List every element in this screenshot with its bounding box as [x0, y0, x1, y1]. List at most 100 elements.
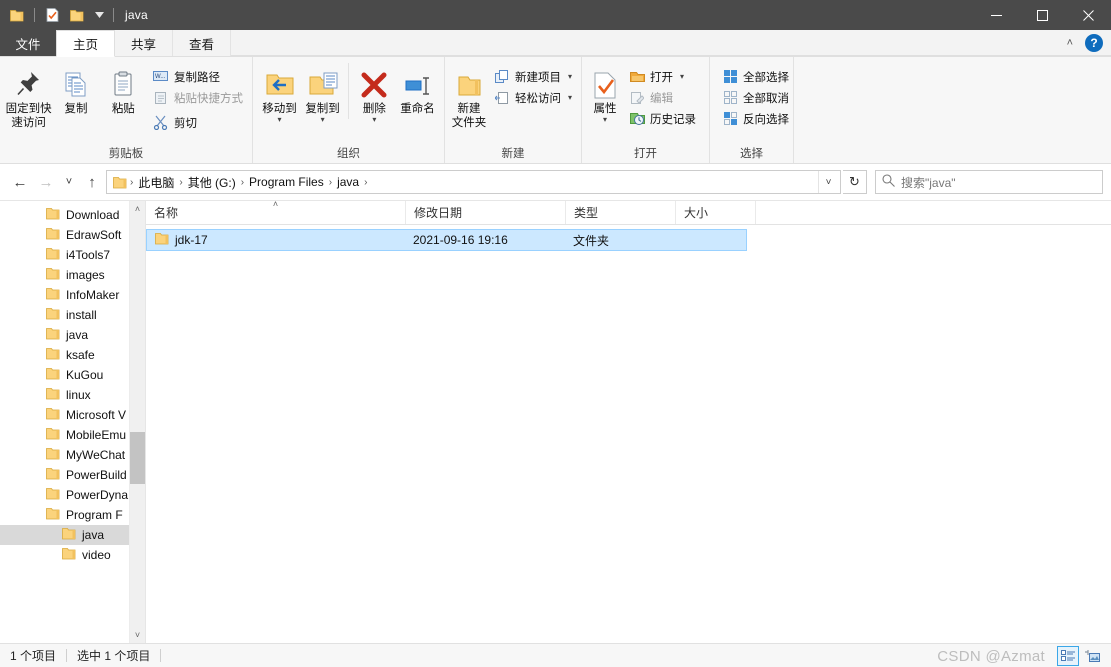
nav-item-mywechat[interactable]: MyWeChat: [0, 445, 129, 465]
tab-share[interactable]: 共享: [115, 30, 174, 56]
properties-caret-icon[interactable]: ▾: [603, 116, 607, 124]
nav-item-infomaker[interactable]: InfoMaker: [0, 285, 129, 305]
copy-button[interactable]: 复制: [52, 61, 99, 116]
table-row[interactable]: jdk-17 2021-09-16 19:16 文件夹: [146, 229, 747, 251]
select-none-button[interactable]: 全部取消: [718, 87, 793, 108]
ribbon-group-label-open: 打开: [634, 148, 657, 160]
address-bar: ← → ˅ ↑ › 此电脑 › 其他 (G:) › Program Files …: [0, 164, 1111, 200]
edit-button[interactable]: 编辑: [625, 87, 700, 108]
file-explorer-window: java 文件 主页 共享 查看 ˄ ? 固定到快 速访问 复制 粘贴 W...…: [0, 0, 1111, 667]
breadcrumb-item-2[interactable]: Program Files: [245, 175, 328, 189]
pin-to-quick-access-button[interactable]: 固定到快 速访问: [5, 61, 52, 130]
search-box[interactable]: 搜索"java": [875, 170, 1103, 194]
details-view-button[interactable]: [1057, 645, 1079, 666]
properties-button[interactable]: 属性 ▾: [587, 61, 623, 124]
nav-item-i4tools7[interactable]: i4Tools7: [0, 245, 129, 265]
nav-item-program-files[interactable]: Program F: [0, 505, 129, 525]
crumb-separator-4[interactable]: ›: [363, 177, 368, 188]
tab-file[interactable]: 文件: [0, 30, 56, 56]
recent-locations-button[interactable]: ˅: [60, 170, 78, 194]
qat-dropdown-icon[interactable]: [91, 4, 107, 26]
move-to-caret-icon[interactable]: ▾: [278, 116, 282, 124]
new-folder-icon: [454, 65, 484, 99]
collapse-ribbon-icon[interactable]: ˄: [1063, 37, 1077, 49]
ribbon-group-label-clipboard: 剪贴板: [108, 148, 144, 160]
nav-item-edrawsoft[interactable]: EdrawSoft: [0, 225, 129, 245]
maximize-button[interactable]: [1019, 0, 1065, 30]
delete-caret-icon[interactable]: ▾: [372, 116, 376, 124]
column-header-type[interactable]: 类型: [566, 201, 676, 224]
minimize-button[interactable]: [973, 0, 1019, 30]
nav-item-powerdynamo[interactable]: PowerDyna: [0, 485, 129, 505]
pin-label-line1: 固定到快: [5, 103, 52, 115]
nav-item-kugou[interactable]: KuGou: [0, 365, 129, 385]
large-icons-view-button[interactable]: [1081, 646, 1103, 666]
nav-item-ksafe[interactable]: ksafe: [0, 345, 129, 365]
qat-properties-icon[interactable]: [41, 4, 63, 26]
history-label: 历史记录: [650, 113, 696, 126]
address-folder-icon: [113, 176, 127, 189]
refresh-button[interactable]: ↻: [843, 170, 867, 194]
scrollbar-thumb[interactable]: [130, 432, 145, 484]
nav-item-linux[interactable]: linux: [0, 385, 129, 405]
breadcrumb-item-0[interactable]: 此电脑: [134, 174, 178, 191]
open-button[interactable]: 打开 ▾: [625, 66, 700, 87]
scroll-up-icon[interactable]: ˄: [130, 201, 145, 217]
address-dropdown-icon[interactable]: ˅: [818, 171, 838, 193]
tab-view[interactable]: 查看: [173, 30, 232, 56]
paste-button[interactable]: 粘贴: [100, 61, 147, 116]
navigation-pane-scrollbar[interactable]: ˄ ˅: [129, 201, 145, 643]
properties-icon: [592, 65, 618, 99]
history-button[interactable]: 历史记录: [625, 108, 700, 129]
view-mode-buttons: [1057, 645, 1111, 666]
copy-to-button[interactable]: 复制到 ▾: [301, 61, 344, 124]
breadcrumb-item-1[interactable]: 其他 (G:): [184, 174, 240, 191]
breadcrumb-item-3[interactable]: java: [333, 175, 363, 189]
file-name-cell: jdk-17: [147, 232, 405, 248]
invert-selection-button[interactable]: 反向选择: [718, 108, 793, 129]
search-input[interactable]: 搜索"java": [901, 174, 956, 191]
nav-item-label: KuGou: [66, 368, 104, 382]
nav-item-download[interactable]: Download: [0, 205, 129, 225]
nav-item-java-top[interactable]: java: [0, 325, 129, 345]
paste-shortcut-button[interactable]: 粘贴快捷方式: [149, 87, 247, 108]
select-all-label: 全部选择: [743, 71, 789, 84]
up-button[interactable]: ↑: [80, 170, 104, 194]
forward-button[interactable]: →: [34, 170, 58, 194]
nav-item-microsoft[interactable]: Microsoft V: [0, 405, 129, 425]
open-caret-icon[interactable]: ▾: [680, 72, 684, 81]
scroll-down-icon[interactable]: ˅: [130, 627, 145, 643]
easy-access-caret-icon[interactable]: ▾: [568, 93, 572, 102]
column-header-name[interactable]: ˄ 名称: [146, 200, 406, 224]
folder-icon: [46, 387, 60, 403]
delete-button[interactable]: 删除 ▾: [353, 61, 396, 124]
status-bar: 1 个项目 选中 1 个项目 CSDN @Azmat: [0, 643, 1111, 667]
column-header-size[interactable]: 大小: [676, 201, 756, 224]
close-button[interactable]: [1065, 0, 1111, 30]
nav-item-mobileemu[interactable]: MobileEmu: [0, 425, 129, 445]
copy-to-caret-icon[interactable]: ▾: [321, 116, 325, 124]
easy-access-button[interactable]: 轻松访问 ▾: [490, 87, 576, 108]
nav-item-install[interactable]: install: [0, 305, 129, 325]
rename-button[interactable]: 重命名: [396, 61, 439, 116]
nav-item-powerbuilder[interactable]: PowerBuild: [0, 465, 129, 485]
help-button[interactable]: ?: [1085, 33, 1103, 52]
column-header-modified[interactable]: 修改日期: [406, 201, 566, 224]
copy-path-button[interactable]: W... 复制路径: [149, 66, 247, 87]
select-all-button[interactable]: 全部选择: [718, 66, 793, 87]
window-title: java: [125, 8, 148, 22]
scrollbar-track[interactable]: [130, 217, 145, 627]
back-button[interactable]: ←: [8, 170, 32, 194]
move-to-button[interactable]: 移动到 ▾: [258, 61, 301, 124]
new-item-button[interactable]: 新建项目 ▾: [490, 66, 576, 87]
tab-home[interactable]: 主页: [56, 30, 116, 57]
qat-folder-icon[interactable]: [6, 4, 28, 26]
nav-item-video[interactable]: video: [0, 545, 129, 565]
new-item-caret-icon[interactable]: ▾: [568, 72, 572, 81]
nav-item-java-selected[interactable]: java: [0, 525, 129, 545]
nav-item-images[interactable]: images: [0, 265, 129, 285]
cut-button[interactable]: 剪切: [149, 112, 247, 133]
address-path-box[interactable]: › 此电脑 › 其他 (G:) › Program Files › java ›…: [106, 170, 841, 194]
new-folder-button[interactable]: 新建 文件夹: [450, 61, 488, 130]
qat-new-folder-icon[interactable]: [66, 4, 88, 26]
